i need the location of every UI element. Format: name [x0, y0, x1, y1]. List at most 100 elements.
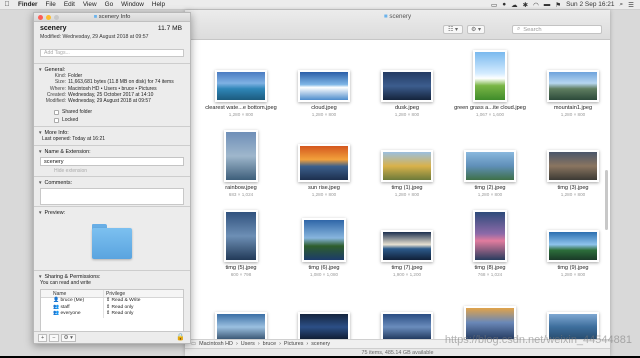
notification-icon[interactable]: ☰	[628, 1, 634, 9]
file-dimensions: 1,900 × 1,200	[392, 272, 422, 277]
window-controls	[38, 15, 59, 20]
locked-checkbox[interactable]: Locked	[34, 116, 190, 124]
menu-finder[interactable]: Finder	[14, 1, 42, 8]
screen-mirror-icon[interactable]: ▭	[491, 1, 497, 9]
file-dimensions: 768 × 1,024	[477, 272, 503, 277]
file-item[interactable]: timg (8).jpeg 768 × 1,024	[449, 206, 531, 286]
file-item[interactable]: timg (3).jpeg 1,280 × 800	[532, 126, 614, 206]
general-header[interactable]: ▼ General:	[34, 66, 190, 73]
menu-help[interactable]: Help	[148, 1, 169, 8]
disk-icon: ▭	[191, 341, 197, 347]
file-dimensions: 1,280 × 800	[228, 112, 254, 117]
hide-extension-checkbox[interactable]: Hide extension	[34, 168, 190, 175]
path-item-0[interactable]: Macintosh HD	[199, 341, 233, 347]
file-item[interactable]: sun rise.jpeg 1,280 × 800	[283, 126, 365, 206]
name-input[interactable]: scenery	[40, 157, 184, 166]
flag-icon[interactable]: ⚑	[555, 1, 561, 9]
image-thumbnail	[473, 210, 507, 262]
minimize-button[interactable]	[46, 15, 51, 20]
file-item[interactable]: green grass a...ite cloud.jpeg 1,067 × 1,…	[449, 46, 531, 126]
file-dimensions: 600 × 798	[230, 272, 252, 277]
menu-edit[interactable]: Edit	[60, 1, 79, 8]
table-row[interactable]: 👥 everyone ⇕ Read only	[41, 311, 183, 318]
zoom-button[interactable]	[54, 15, 59, 20]
file-item[interactable]: timg (5).jpeg 600 × 798	[200, 206, 282, 286]
general-section: ▼ General: Kind: Folder Size: 11,663,681 by…	[34, 63, 190, 124]
image-thumbnail	[464, 150, 516, 182]
file-item[interactable]: dusk.jpeg 1,280 × 800	[366, 46, 448, 126]
file-dimensions: 1,067 × 1,600	[475, 112, 505, 117]
info-titlebar: ■ scenery Info	[34, 13, 190, 22]
file-name: sun rise.jpeg	[308, 185, 340, 191]
menu-go[interactable]: Go	[101, 1, 118, 8]
file-item[interactable]: clearest wate...e bottom.jpeg 1,280 × 800	[200, 46, 282, 126]
path-item-4[interactable]: scenery	[311, 341, 330, 347]
file-item[interactable]: timg (2).jpeg 1,280 × 800	[449, 126, 531, 206]
scrollbar[interactable]	[605, 170, 608, 230]
close-button[interactable]	[38, 15, 43, 20]
image-thumbnail	[298, 312, 350, 342]
menu-view[interactable]: View	[79, 1, 101, 8]
action-menu-button[interactable]: ⚙ ▾	[60, 333, 76, 342]
file-item[interactable]: timg (9).jpeg 1,280 × 800	[532, 206, 614, 286]
file-name: dusk.jpeg	[395, 105, 419, 111]
disclosure-open-icon: ▼	[38, 180, 43, 185]
wifi-icon[interactable]: ◠	[533, 1, 539, 9]
clock-text[interactable]: Sun 2 Sep 16:21	[566, 1, 614, 8]
arrange-button[interactable]: ☷ ▾	[443, 25, 463, 34]
file-name: rainbow.jpeg	[225, 185, 257, 191]
menu-file[interactable]: File	[42, 1, 60, 8]
comments-header[interactable]: ▼ Comments:	[34, 179, 190, 186]
file-name: timg (7).jpeg	[391, 265, 423, 271]
comments-input[interactable]	[40, 188, 184, 205]
file-item[interactable]: timg (7).jpeg 1,900 × 1,200	[366, 206, 448, 286]
comments-section: ▼ Comments:	[34, 176, 190, 207]
modified-row: Modified: Wednesday, 29 August 2018 at 09…	[45, 98, 151, 105]
more-info-header[interactable]: ▼ More Info:	[34, 129, 190, 136]
menu-window[interactable]: Window	[117, 1, 148, 8]
file-dimensions: 1,280 × 800	[311, 192, 337, 197]
bluetooth-icon[interactable]: ✱	[523, 1, 528, 9]
file-item[interactable]: rainbow.jpeg 683 × 1,024	[200, 126, 282, 206]
add-button[interactable]: +	[38, 333, 48, 342]
name-extension-header[interactable]: ▼ Name & Extension:	[34, 148, 190, 155]
info-size: 11.7 MB	[157, 25, 182, 32]
app-status-icon[interactable]: ●	[502, 1, 506, 8]
folder-icon: ■	[383, 13, 388, 20]
file-item[interactable]: cloud.jpeg 1,280 × 800	[283, 46, 365, 126]
file-dimensions: 1,280 × 800	[560, 112, 586, 117]
search-input[interactable]: ⌕ Search	[512, 25, 602, 34]
path-item-1[interactable]: Users	[241, 341, 255, 347]
folder-icon: ■	[93, 14, 98, 20]
action-button[interactable]: ⚙ ▾	[467, 25, 485, 34]
remove-button[interactable]: −	[49, 333, 59, 342]
path-item-3[interactable]: Pictures	[284, 341, 303, 347]
preview-area	[34, 207, 190, 267]
file-dimensions: 1,280 × 800	[477, 192, 503, 197]
sharing-header[interactable]: ▼ Sharing & Permissions:	[34, 273, 190, 280]
image-thumbnail	[302, 218, 346, 262]
info-footer: + − ⚙ ▾ 🔒	[34, 331, 190, 343]
file-dimensions: 1,280 × 800	[560, 192, 586, 197]
image-thumbnail	[298, 144, 350, 182]
spotlight-icon[interactable]: ⌕	[620, 1, 624, 9]
privilege[interactable]: ⇕ Read only	[103, 311, 183, 318]
image-thumbnail	[298, 70, 350, 102]
tags-input[interactable]: Add Tags...	[40, 49, 184, 57]
file-dimensions: 1,280 × 800	[311, 112, 337, 117]
shared-folder-checkbox[interactable]: Shared folder	[34, 108, 190, 116]
file-item[interactable]: timg (6).jpeg 1,080 × 1,080	[283, 206, 365, 286]
file-item[interactable]: mountain1.jpeg 1,280 × 800	[532, 46, 614, 126]
image-thumbnail	[547, 150, 599, 182]
cloud-icon[interactable]: ☁	[511, 1, 518, 9]
search-icon: ⌕	[517, 26, 521, 32]
file-item[interactable]: timg (1).jpeg 1,280 × 800	[366, 126, 448, 206]
path-item-2[interactable]: bruce	[263, 341, 277, 347]
battery-icon[interactable]: ▬	[544, 1, 551, 8]
col-privilege: Privilege	[103, 290, 183, 297]
file-dimensions: 1,280 × 800	[560, 272, 586, 277]
disclosure-open-icon: ▼	[38, 67, 43, 72]
apple-menu-icon[interactable]: 	[0, 1, 14, 8]
lock-icon[interactable]: 🔒	[176, 333, 185, 341]
image-thumbnail	[473, 50, 507, 102]
